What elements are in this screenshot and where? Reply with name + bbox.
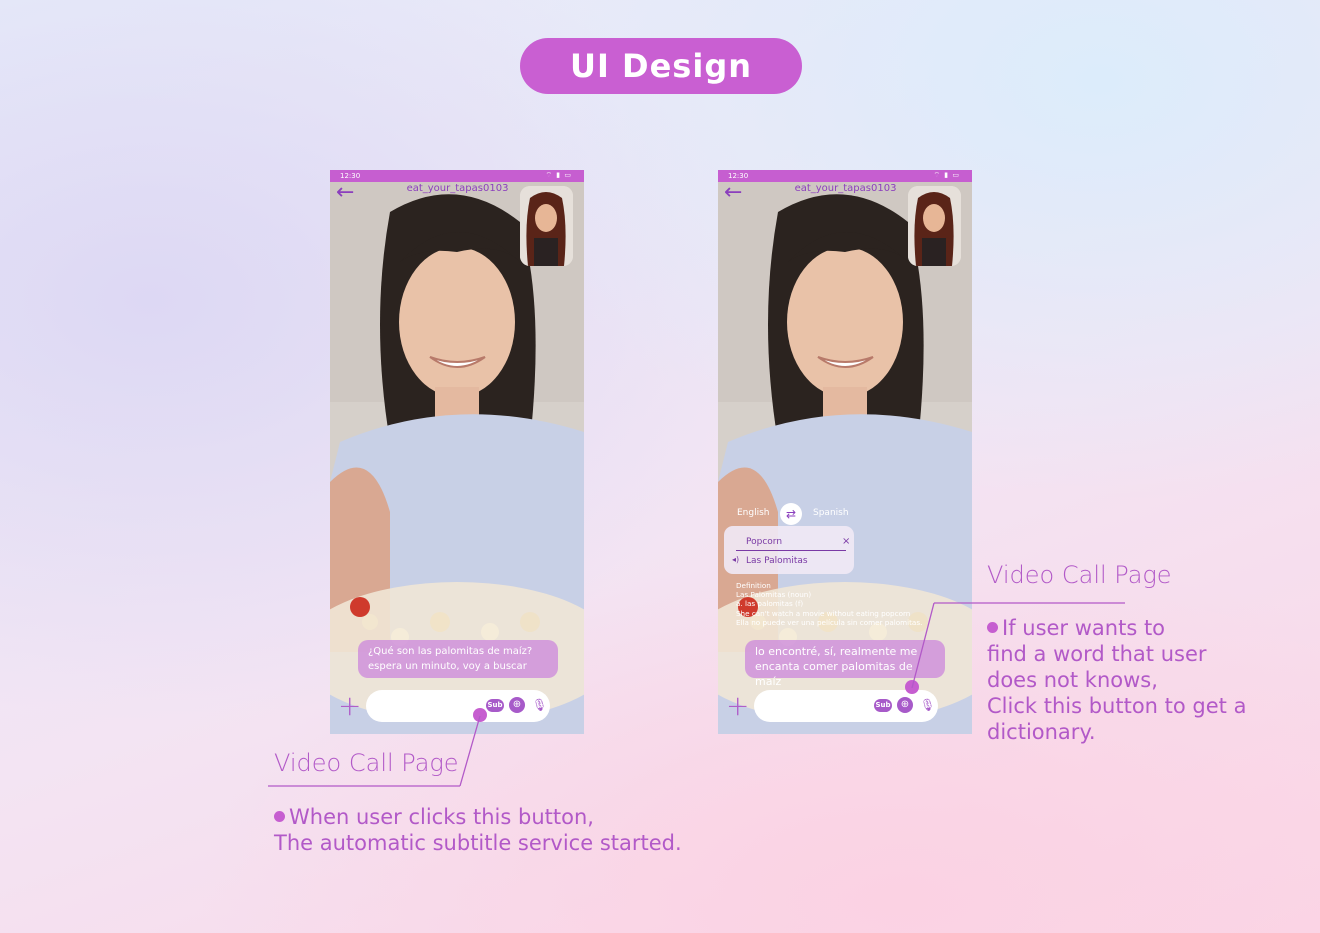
annotation-line: does not knows, [987, 668, 1158, 692]
annotation-line: The automatic subtitle service started. [274, 831, 682, 855]
annotation-line: Click this button to get a [987, 694, 1247, 718]
annotation-text-right: If user wants to find a word that user d… [987, 615, 1246, 745]
annotation-line: If user wants to [987, 615, 1246, 641]
annotation-title-right: Video Call Page [987, 561, 1172, 589]
annotation-leader-lines [268, 602, 1125, 787]
annotation-text-left: When user clicks this button, The automa… [274, 804, 682, 856]
annotation-line: dictionary. [987, 720, 1096, 744]
annotation-title-left: Video Call Page [274, 749, 459, 777]
leader-line-left [459, 715, 481, 787]
bullet-dot [987, 622, 998, 633]
bullet-dot [274, 811, 285, 822]
annotation-line: find a word that user [987, 642, 1207, 666]
annotation-line-text: If user wants to [1002, 616, 1166, 640]
leader-line-right [911, 602, 935, 689]
annotation-line: When user clicks this button, [274, 804, 682, 830]
annotation-line-text: When user clicks this button, [289, 805, 594, 829]
